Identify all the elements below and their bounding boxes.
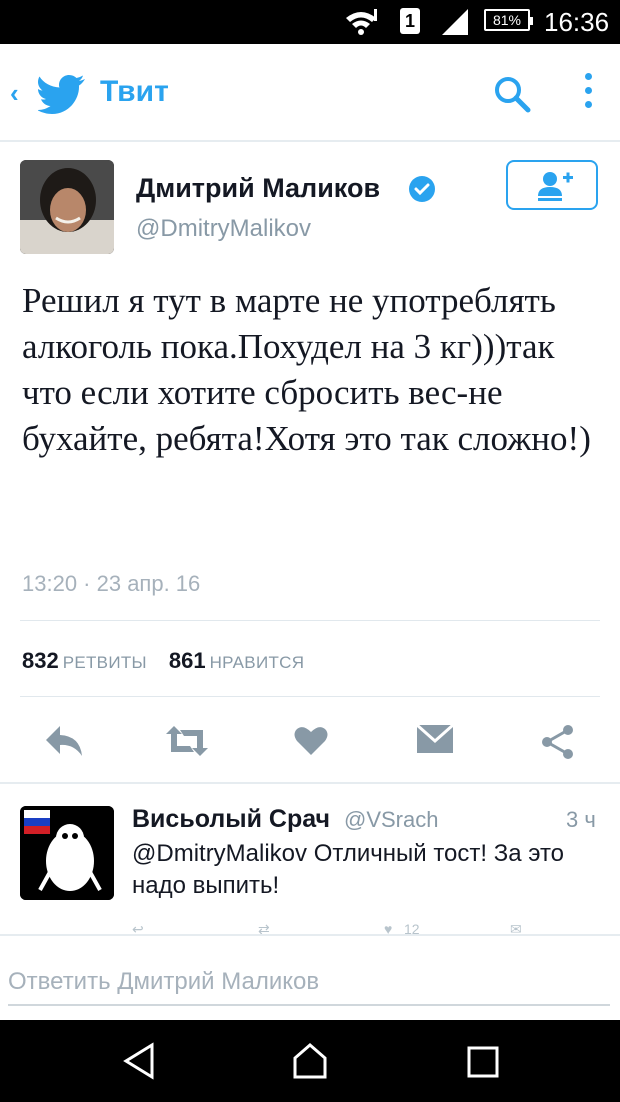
retweet-count[interactable]: 832 — [22, 648, 59, 673]
like-label[interactable]: НРАВИТСЯ — [210, 653, 305, 672]
tweet-text: Решил я тут в марте не употреблять алког… — [22, 281, 591, 458]
reply-author-name[interactable]: Висьолый Срач — [132, 804, 330, 834]
sim-icon: 1 — [400, 8, 420, 34]
twitter-bird-icon[interactable] — [38, 74, 86, 114]
tweet-actions — [0, 716, 620, 772]
status-time: 16:36 — [544, 7, 610, 37]
retweet-label[interactable]: РЕТВИТЫ — [63, 653, 147, 672]
divider — [20, 696, 600, 697]
reply-text: @DmitryMalikov Отличный тост! За это над… — [132, 840, 565, 899]
like-count[interactable]: 861 — [169, 648, 206, 673]
verified-badge-icon — [409, 176, 435, 202]
direct-message-icon[interactable] — [416, 724, 454, 754]
like-icon[interactable] — [294, 724, 328, 756]
status-bar: 1 81% 16:36 — [0, 0, 620, 44]
wifi-icon — [346, 9, 377, 35]
divider — [20, 620, 600, 621]
more-options-icon[interactable] — [578, 70, 598, 114]
reply-tweet[interactable]: Висьолый Срач @VSrach 3 ч @DmitryMalikov… — [0, 782, 620, 936]
add-user-icon — [538, 172, 573, 201]
reply-time: 3 ч — [566, 807, 596, 832]
signal-icon — [442, 9, 468, 35]
share-icon[interactable] — [540, 724, 576, 760]
author-handle[interactable]: @DmitryMalikov — [136, 214, 311, 244]
home-nav-icon[interactable] — [292, 1042, 328, 1080]
battery-icon: 81% — [484, 9, 533, 31]
system-nav-bar — [0, 1020, 620, 1102]
back-nav-icon[interactable] — [122, 1042, 156, 1080]
follow-button[interactable] — [506, 160, 598, 210]
reply-icon[interactable] — [44, 724, 84, 758]
tweet-stats: 832 РЕТВИТЫ 861 НРАВИТСЯ — [22, 646, 326, 678]
reply-input[interactable] — [8, 960, 610, 1006]
back-button[interactable]: ‹ — [10, 80, 19, 106]
app-bar: ‹ Твит — [0, 44, 620, 142]
reply-author-handle[interactable]: @VSrach — [344, 806, 438, 834]
reply-avatar[interactable] — [20, 806, 114, 900]
reply-compose — [0, 934, 620, 1022]
recents-nav-icon[interactable] — [466, 1042, 500, 1080]
author-name[interactable]: Дмитрий Маликов — [136, 172, 380, 204]
author-avatar[interactable] — [20, 160, 114, 254]
page-title: Твит — [100, 75, 169, 108]
retweet-icon[interactable] — [164, 724, 210, 758]
tweet-timestamp: 13:20 · 23 апр. 16 — [22, 571, 201, 596]
search-icon[interactable] — [492, 74, 532, 114]
